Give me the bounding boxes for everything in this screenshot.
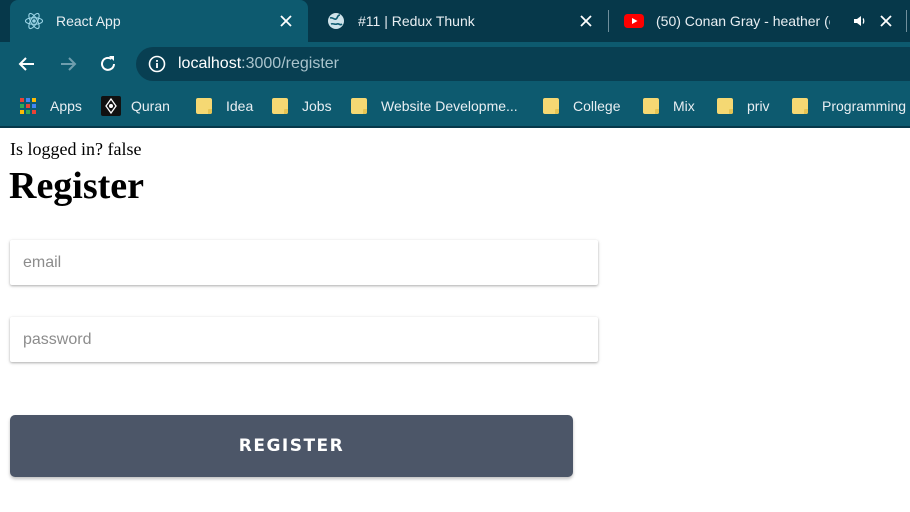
folder-icon <box>792 98 808 114</box>
tab-title: (50) Conan Gray - heather (c <box>656 13 830 29</box>
tab-redux-thunk[interactable]: #11 | Redux Thunk <box>312 0 608 42</box>
apps-grid-icon <box>20 98 36 114</box>
quran-logo-icon <box>101 96 121 116</box>
address-bar[interactable]: localhost:3000/register <box>136 47 910 81</box>
react-icon <box>24 11 44 31</box>
arrow-left-icon <box>18 57 34 71</box>
bookmark-folder-programming[interactable]: Programming <box>792 86 906 126</box>
close-tab-icon[interactable] <box>876 11 896 31</box>
url-host: localhost <box>178 55 242 72</box>
info-icon[interactable] <box>148 55 166 73</box>
bookmark-folder-college[interactable]: College <box>543 86 620 126</box>
tab-strip: React App #11 | Redux Thunk (50) Conan G… <box>0 0 910 42</box>
url-path: :3000/register <box>241 55 339 72</box>
password-input[interactable] <box>10 317 598 362</box>
bookmark-label: Programming <box>822 98 907 114</box>
close-tab-icon[interactable] <box>576 11 596 31</box>
folder-icon <box>543 98 559 114</box>
tab-title: #11 | Redux Thunk <box>358 13 475 29</box>
bookmark-folder-priv[interactable]: priv <box>717 86 770 126</box>
bookmark-label: College <box>573 98 621 114</box>
tab-separator <box>906 10 907 32</box>
browser-toolbar: localhost:3000/register <box>0 42 910 86</box>
register-button[interactable]: REGISTER <box>10 415 573 477</box>
bookmark-label: Idea <box>226 98 254 114</box>
folder-icon <box>643 98 659 114</box>
bookmark-quran[interactable]: Quran <box>101 86 170 126</box>
speaker-icon[interactable] <box>852 13 868 29</box>
folder-icon <box>272 98 288 114</box>
bookmarks-bar: Apps Quran Idea Jobs Website Developme..… <box>0 86 910 128</box>
tab-title: React App <box>56 13 121 29</box>
back-button[interactable] <box>15 52 39 76</box>
close-tab-icon[interactable] <box>276 11 296 31</box>
folder-icon <box>351 98 367 114</box>
globe-icon <box>326 11 346 31</box>
tab-separator <box>608 10 609 32</box>
folder-icon <box>717 98 733 114</box>
login-status-text: Is logged in? false <box>10 139 142 159</box>
bookmark-label: Mix <box>673 98 695 114</box>
forward-button[interactable] <box>56 52 80 76</box>
bookmark-folder-mix[interactable]: Mix <box>643 86 695 126</box>
tab-youtube[interactable]: (50) Conan Gray - heather (c <box>610 0 908 42</box>
bookmark-label: Quran <box>131 98 170 114</box>
reload-button[interactable] <box>96 52 120 76</box>
bookmark-apps[interactable]: Apps <box>20 86 82 126</box>
bookmark-folder-jobs[interactable]: Jobs <box>272 86 332 126</box>
bookmark-folder-website-development[interactable]: Website Developme... <box>351 86 518 126</box>
bookmark-label: Website Developme... <box>381 98 518 114</box>
folder-icon <box>196 98 212 114</box>
bookmark-folder-idea[interactable]: Idea <box>196 86 253 126</box>
url-text: localhost:3000/register <box>178 55 339 73</box>
youtube-icon <box>624 11 644 31</box>
bookmark-label: Jobs <box>302 98 332 114</box>
arrow-right-icon <box>61 57 77 71</box>
email-input[interactable] <box>10 240 598 285</box>
reload-icon <box>101 56 115 71</box>
bookmark-label: Apps <box>50 98 82 114</box>
bookmark-label: priv <box>747 98 770 114</box>
page-title: Register <box>9 165 145 207</box>
tab-react-app[interactable]: React App <box>10 0 308 42</box>
